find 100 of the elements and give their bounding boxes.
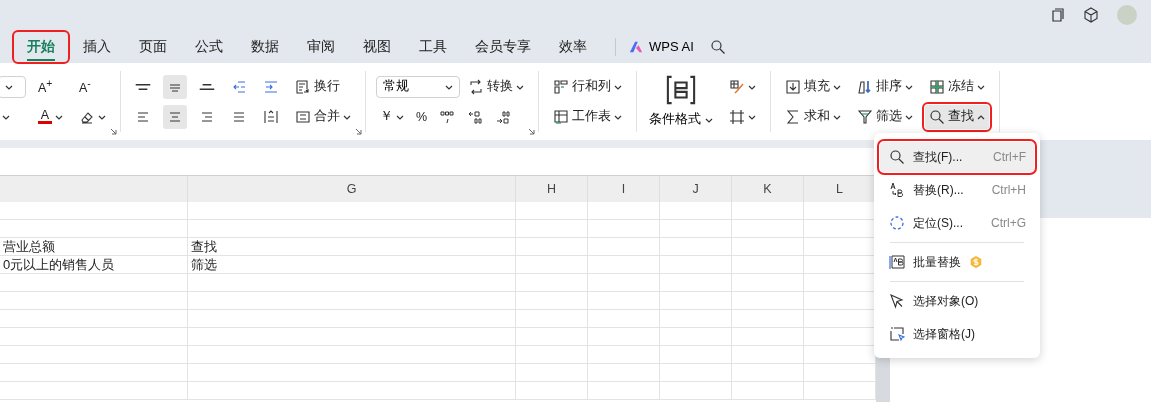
sum-icon (785, 108, 801, 125)
ai-button[interactable]: WPS AI (624, 35, 698, 58)
align-middle-button[interactable] (163, 74, 187, 99)
search-button[interactable]: 查找 (925, 104, 989, 129)
sum-button[interactable]: 求和 (781, 104, 845, 129)
convert-button[interactable]: 转换 (464, 74, 528, 99)
font-color-button[interactable]: A (34, 104, 67, 129)
search-icon (889, 149, 905, 165)
format-button[interactable]: % (412, 104, 432, 129)
dropdown-field[interactable] (0, 75, 26, 98)
column-header[interactable]: K (732, 176, 804, 202)
ribbon-tab[interactable]: 审阅 (295, 32, 347, 61)
conditional-format-button[interactable]: 条件格式 (647, 73, 715, 130)
column-header[interactable]: G (188, 176, 516, 202)
ribbon-tab[interactable]: 效率 (547, 32, 599, 61)
decimal-decrease-icon (495, 108, 512, 125)
window-restore-icon (1049, 7, 1065, 23)
ribbon-tab[interactable]: 工具 (407, 32, 459, 61)
column-header[interactable]: H (516, 176, 588, 202)
align-top-icon (135, 83, 151, 90)
table-cell (732, 382, 804, 400)
table-cell (732, 292, 804, 310)
ribbon-tab[interactable]: 公式 (183, 32, 235, 61)
selection-pane-icon (889, 326, 905, 342)
table-cell (588, 256, 660, 274)
table-cell (516, 274, 588, 292)
ribbon-tab[interactable]: 数据 (239, 32, 291, 61)
menu-item[interactable]: 批量替换 (880, 247, 1034, 277)
sort-button[interactable]: 排序 (853, 74, 917, 99)
merge-icon (295, 108, 311, 125)
table-cell (588, 328, 660, 346)
table-cell (660, 364, 732, 382)
ribbon-tab[interactable]: 视图 (351, 32, 403, 61)
table-cell (516, 346, 588, 364)
ribbon-tab[interactable]: 插入 (71, 32, 123, 61)
table-cell: 查找 (188, 238, 516, 256)
table-cell: 0元以上的销售人员 (0, 256, 188, 274)
dialog-launcher-icon[interactable] (110, 128, 118, 136)
table-cell (732, 346, 804, 364)
table-cell (588, 292, 660, 310)
coin-icon (969, 255, 983, 269)
ribbon-tab[interactable]: 会员专享 (463, 32, 543, 61)
table-cell (732, 328, 804, 346)
table-cell (732, 238, 804, 256)
table-cell: 营业总额 (0, 238, 188, 256)
table-cell (660, 346, 732, 364)
table-cell (732, 310, 804, 328)
indent-decrease-icon (231, 78, 247, 95)
wrap-text-button[interactable]: 换行 (291, 74, 355, 99)
fill-button[interactable]: 填充 (781, 74, 845, 99)
table-cell (660, 274, 732, 292)
distributed-icon (263, 108, 279, 125)
align-center-button[interactable] (163, 104, 187, 129)
search-icon (929, 108, 945, 125)
column-header[interactable]: I (588, 176, 660, 202)
ribbon-tab[interactable]: 开始 (15, 32, 67, 61)
indent-increase-icon (263, 78, 279, 95)
menu-item[interactable]: 选择窗格(J) (880, 319, 1034, 349)
table-cell (588, 364, 660, 382)
table-cell (588, 382, 660, 400)
cursor-arrow-icon (889, 293, 905, 309)
freeze-button[interactable]: 冻结 (925, 74, 989, 99)
menu-item[interactable]: 替换(R)... Ctrl+H (880, 175, 1034, 205)
menu-item[interactable]: 选择对象(O) (880, 286, 1034, 316)
format-button[interactable]: ￥ (376, 104, 408, 129)
table-cell (732, 274, 804, 292)
table-cell (516, 220, 588, 238)
table-cell: 筛选 (188, 256, 516, 274)
column-header[interactable]: L (804, 176, 876, 202)
sheet-button[interactable]: 工作表 (549, 104, 626, 129)
replace-icon (889, 182, 905, 198)
table-cell (660, 238, 732, 256)
target-icon (889, 215, 905, 231)
table-cell (516, 328, 588, 346)
fill-icon (785, 78, 801, 95)
table-cell (516, 382, 588, 400)
filter-button[interactable]: 筛选 (853, 104, 917, 129)
cube-icon[interactable] (1083, 7, 1099, 23)
border-icon (729, 108, 745, 125)
menu-item[interactable]: 查找(F)... Ctrl+F (880, 142, 1034, 172)
table-cell (516, 292, 588, 310)
dialog-launcher-icon[interactable] (355, 128, 363, 136)
format-button[interactable]: A$^{+}$ (34, 74, 67, 99)
format-button[interactable]: A$^{-}$ (75, 74, 110, 99)
ribbon-tab[interactable]: 页面 (127, 32, 179, 61)
table-cell (588, 310, 660, 328)
table-cell (588, 346, 660, 364)
table-cell (660, 310, 732, 328)
column-header[interactable]: J (660, 176, 732, 202)
freeze-icon (929, 78, 945, 95)
table-cell (588, 220, 660, 238)
table-cell (660, 328, 732, 346)
table-cell (660, 220, 732, 238)
dialog-launcher-icon[interactable] (528, 128, 536, 136)
merge-button[interactable]: 合并 (291, 104, 355, 129)
rows-columns-button[interactable]: 行和列 (549, 74, 626, 99)
menu-item[interactable]: 定位(S)... Ctrl+G (880, 208, 1034, 238)
table-cell (732, 202, 804, 220)
dropdown-field[interactable]: 常规 (376, 75, 460, 98)
table-cell (732, 364, 804, 382)
